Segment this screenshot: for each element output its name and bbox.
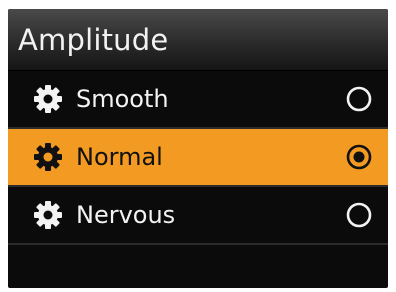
menu-item-nervous[interactable]: Nervous xyxy=(8,187,388,243)
gear-icon xyxy=(34,85,62,113)
menu-item-label: Nervous xyxy=(76,201,176,229)
menu-item-label: Smooth xyxy=(76,85,169,113)
amplitude-option-list: Smooth Normal Nervous xyxy=(8,71,388,245)
radio-button-unchecked[interactable] xyxy=(344,84,374,114)
divider xyxy=(8,243,388,245)
gear-icon xyxy=(34,201,62,229)
header-bar: Amplitude xyxy=(8,9,388,71)
page-title: Amplitude xyxy=(18,22,169,57)
menu-item-normal[interactable]: Normal xyxy=(8,129,388,185)
gear-icon xyxy=(34,143,62,171)
device-screen: Amplitude Smooth Normal Nervous xyxy=(8,9,388,288)
radio-button-checked[interactable] xyxy=(344,142,374,172)
menu-item-smooth[interactable]: Smooth xyxy=(8,71,388,127)
menu-item-label: Normal xyxy=(76,143,163,171)
radio-button-unchecked[interactable] xyxy=(344,200,374,230)
